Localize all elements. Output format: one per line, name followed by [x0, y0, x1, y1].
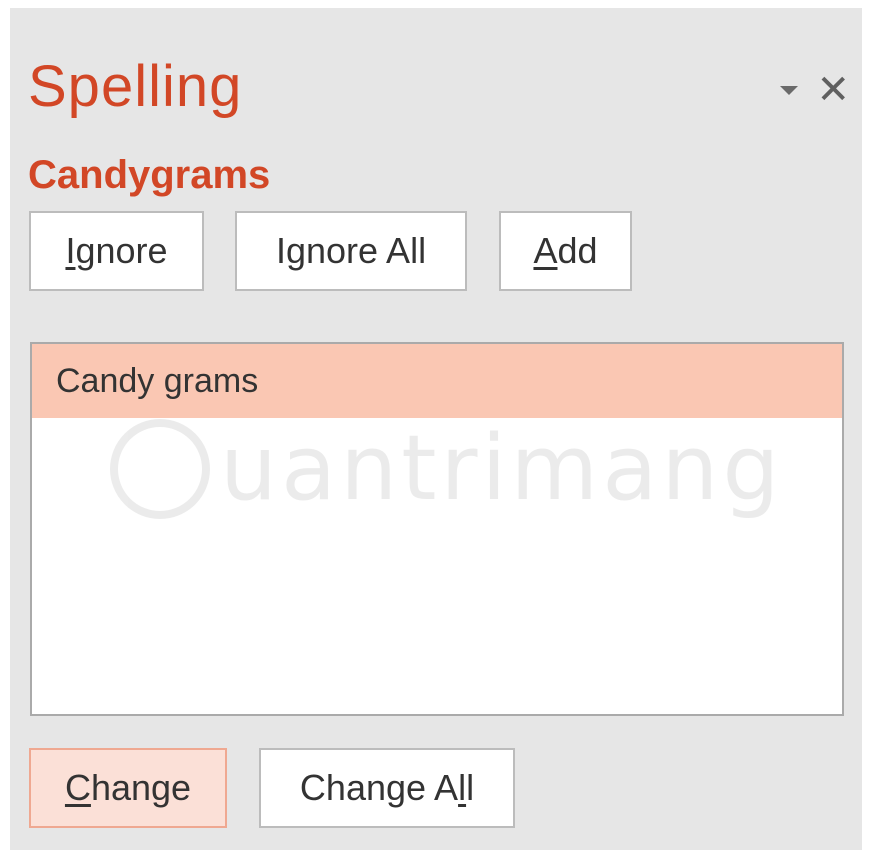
add-mnemonic: A [533, 230, 558, 271]
change-button[interactable]: Change [29, 748, 227, 828]
spelling-pane: Spelling ✕ Candygrams Ignore Ig nore All … [10, 8, 862, 850]
ignore-button[interactable]: Ignore [29, 211, 204, 291]
suggestions-list[interactable]: Candy grams uantrimang [30, 342, 844, 716]
add-label: dd [557, 230, 598, 271]
change-all-button[interactable]: Change All [259, 748, 515, 828]
change-mnemonic: C [64, 767, 91, 808]
change-label: hange [90, 767, 192, 808]
watermark-logo-icon [110, 418, 210, 519]
suggestion-item[interactable]: Candy grams [32, 344, 842, 418]
close-button[interactable]: ✕ [816, 70, 850, 110]
ignore-all-button[interactable]: Ig nore All [235, 211, 467, 291]
ignore-all-label-start: I [275, 230, 286, 271]
pane-controls: ✕ [780, 70, 850, 110]
misspelled-word: Candygrams [28, 153, 271, 197]
change-all-label-start: Change A [299, 767, 459, 808]
watermark-text: uantrimang [220, 416, 784, 521]
ignore-all-mnemonic: g [285, 230, 306, 271]
close-icon: ✕ [816, 68, 850, 112]
task-pane-options-button[interactable] [780, 85, 799, 95]
watermark: uantrimang [110, 416, 784, 521]
ignore-mnemonic: I [65, 230, 76, 271]
change-all-mnemonic: l [458, 767, 467, 808]
add-button[interactable]: Add [499, 211, 632, 291]
ignore-all-label-end: nore All [305, 230, 427, 271]
ignore-label: gnore [75, 230, 168, 271]
caret-down-icon [780, 85, 799, 95]
change-all-label-end: l [466, 767, 475, 808]
pane-title: Spelling [28, 54, 243, 119]
suggestion-label: Candy grams [56, 361, 259, 400]
